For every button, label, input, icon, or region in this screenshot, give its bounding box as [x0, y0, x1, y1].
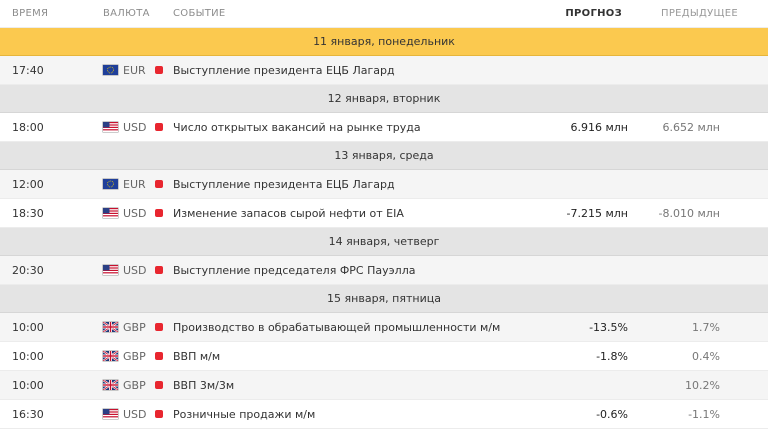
event-cell: ВВП 3м/3м [155, 379, 234, 392]
eu-flag-icon [103, 179, 118, 189]
high-impact-icon [155, 352, 163, 360]
event-row[interactable]: 10:00 GBP Производство в обрабатывающей … [0, 313, 768, 342]
event-currency: GBP [103, 321, 146, 334]
event-time: 17:40 [12, 63, 44, 77]
event-time: 10:00 [12, 378, 44, 392]
currency-code: EUR [123, 63, 146, 77]
event-time: 10:00 [12, 320, 44, 334]
event-previous: 6.652 млн [662, 120, 720, 134]
event-time: 18:30 [12, 206, 44, 220]
event-row[interactable]: 10:00 GBP ВВП м/м -1.8% 0.4% [0, 342, 768, 371]
event-cell: Изменение запасов сырой нефти от EIA [155, 207, 404, 220]
event-title[interactable]: ВВП 3м/3м [173, 379, 234, 392]
event-title[interactable]: Производство в обрабатывающей промышленн… [173, 321, 500, 334]
event-forecast: -7.215 млн [566, 206, 628, 220]
high-impact-icon [155, 209, 163, 217]
date-row: 11 января, понедельник [0, 28, 768, 56]
header-event: СОБЫТИЕ [173, 8, 226, 19]
us-flag-icon [103, 265, 118, 275]
event-previous: 10.2% [685, 378, 720, 392]
event-currency: USD [103, 121, 147, 134]
event-title[interactable]: Выступление президента ЕЦБ Лагард [173, 178, 395, 191]
header-time: ВРЕМЯ [12, 8, 49, 19]
date-row: 13 января, среда [0, 142, 768, 170]
high-impact-icon [155, 66, 163, 74]
event-forecast: 6.916 млн [570, 120, 628, 134]
event-title[interactable]: Выступление председателя ФРС Пауэлла [173, 264, 415, 277]
table-header: ВРЕМЯ ВАЛЮТА СОБЫТИЕ ПРОГНОЗ ПРЕДЫДУЩЕЕ [0, 0, 768, 28]
event-previous: -8.010 млн [658, 206, 720, 220]
header-previous: ПРЕДЫДУЩЕЕ [661, 8, 738, 19]
header-forecast: ПРОГНОЗ [565, 8, 622, 19]
event-previous: 0.4% [692, 349, 720, 363]
event-time: 12:00 [12, 177, 44, 191]
currency-code: GBP [123, 349, 146, 363]
event-time: 18:00 [12, 120, 44, 134]
event-cell: Выступление президента ЕЦБ Лагард [155, 178, 395, 191]
event-title[interactable]: Выступление президента ЕЦБ Лагард [173, 64, 395, 77]
event-forecast: -13.5% [589, 320, 628, 334]
event-currency: GBP [103, 350, 146, 363]
event-forecast: -1.8% [596, 349, 628, 363]
event-time: 20:30 [12, 263, 44, 277]
currency-code: GBP [123, 320, 146, 334]
event-row[interactable]: 10:00 GBP ВВП 3м/3м 10.2% [0, 371, 768, 400]
us-flag-icon [103, 122, 118, 132]
currency-code: USD [123, 206, 147, 220]
event-previous: 1.7% [692, 320, 720, 334]
event-row[interactable]: 17:40 EUR Выступление президента ЕЦБ Лаг… [0, 56, 768, 85]
currency-code: EUR [123, 177, 146, 191]
event-cell: Производство в обрабатывающей промышленн… [155, 321, 500, 334]
event-currency: USD [103, 264, 147, 277]
currency-code: USD [123, 263, 147, 277]
event-row[interactable]: 18:30 USD Изменение запасов сырой нефти … [0, 199, 768, 228]
event-currency: EUR [103, 64, 146, 77]
date-row: 15 января, пятница [0, 285, 768, 313]
event-cell: Число открытых вакансий на рынке труда [155, 121, 421, 134]
high-impact-icon [155, 323, 163, 331]
event-currency: EUR [103, 178, 146, 191]
uk-flag-icon [103, 322, 118, 332]
high-impact-icon [155, 381, 163, 389]
event-row[interactable]: 18:00 USD Число открытых вакансий на рын… [0, 113, 768, 142]
event-title[interactable]: Изменение запасов сырой нефти от EIA [173, 207, 404, 220]
event-title[interactable]: ВВП м/м [173, 350, 220, 363]
event-cell: Выступление председателя ФРС Пауэлла [155, 264, 415, 277]
event-cell: ВВП м/м [155, 350, 220, 363]
event-time: 10:00 [12, 349, 44, 363]
economic-calendar: ВРЕМЯ ВАЛЮТА СОБЫТИЕ ПРОГНОЗ ПРЕДЫДУЩЕЕ … [0, 0, 768, 429]
currency-code: USD [123, 120, 147, 134]
eu-flag-icon [103, 65, 118, 75]
uk-flag-icon [103, 351, 118, 361]
event-row[interactable]: 12:00 EUR Выступление президента ЕЦБ Лаг… [0, 170, 768, 199]
high-impact-icon [155, 180, 163, 188]
high-impact-icon [155, 410, 163, 418]
us-flag-icon [103, 409, 118, 419]
event-currency: GBP [103, 379, 146, 392]
currency-code: GBP [123, 378, 146, 392]
event-title[interactable]: Число открытых вакансий на рынке труда [173, 121, 421, 134]
uk-flag-icon [103, 380, 118, 390]
event-cell: Выступление президента ЕЦБ Лагард [155, 64, 395, 77]
event-currency: USD [103, 207, 147, 220]
date-row: 12 января, вторник [0, 85, 768, 113]
us-flag-icon [103, 208, 118, 218]
date-row: 14 января, четверг [0, 228, 768, 256]
high-impact-icon [155, 123, 163, 131]
event-row[interactable]: 16:30 USD Розничные продажи м/м -0.6% -1… [0, 400, 768, 429]
event-row[interactable]: 20:30 USD Выступление председателя ФРС П… [0, 256, 768, 285]
header-currency: ВАЛЮТА [103, 8, 150, 19]
high-impact-icon [155, 266, 163, 274]
